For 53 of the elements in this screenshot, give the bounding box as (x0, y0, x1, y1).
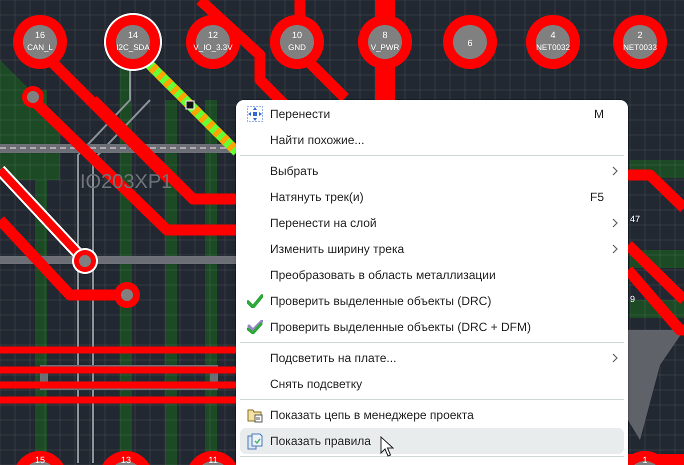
check-icon (247, 294, 263, 308)
chevron-right-icon (610, 165, 620, 177)
menu-item[interactable]: Натянуть трек(и) F5 (240, 184, 624, 210)
menu-item[interactable]: Выбрать (240, 158, 624, 184)
mouse-pointer-icon (380, 436, 394, 458)
document-check-icon (247, 432, 263, 450)
menu-item[interactable]: Найти похожие... (240, 127, 624, 153)
pad-number: 10 (292, 30, 302, 40)
menu-item[interactable]: Снять подсветку (240, 371, 624, 397)
pad[interactable]: 2 NET0033 (613, 15, 667, 69)
move-arrows-icon (247, 106, 263, 122)
pad[interactable]: 4 NET0032 (526, 15, 580, 69)
pad[interactable]: 16 CAN_L (13, 15, 67, 69)
pad-number: 13 (121, 455, 131, 465)
pad-number: 4 (550, 30, 556, 40)
pad[interactable]: 13 (102, 451, 150, 465)
menu-item[interactable]: Перенести на слой (240, 210, 624, 236)
chevron-right-icon (610, 352, 620, 364)
net-name: NET0033 (623, 43, 657, 52)
pad-number: 14 (128, 30, 138, 40)
check-icon (247, 320, 263, 334)
pad-number: 2 (638, 30, 642, 40)
pad-label: 47 (630, 214, 640, 224)
pad[interactable]: 6 (443, 15, 497, 69)
pad-number: 11 (208, 455, 218, 465)
menu-item[interactable]: Перенести M (240, 101, 624, 127)
pad-number: 16 (35, 30, 45, 40)
net-name: V_PWR (370, 43, 400, 52)
net-name: CAN_L (27, 43, 53, 52)
pad[interactable]: 10 GND (270, 15, 324, 69)
pad-number: 12 (208, 30, 218, 40)
menu-item[interactable]: Преобразовать в область металлизации (240, 262, 624, 288)
pad-number: 8 (382, 30, 388, 40)
menu-item[interactable]: Проверить выделенные объекты (DRC + DFM) (240, 314, 624, 340)
via[interactable] (114, 282, 140, 308)
via[interactable] (22, 86, 44, 108)
pad-number: 6 (468, 38, 472, 48)
pad-number: 1 (642, 455, 648, 465)
menu-item[interactable]: Показать правила (240, 428, 624, 454)
pad[interactable]: 8 V_PWR (358, 15, 412, 69)
pad[interactable]: 11 (189, 451, 237, 465)
pad-label: 9 (630, 294, 636, 304)
folder-icon (247, 407, 263, 423)
pad-number: 15 (35, 455, 45, 465)
menu-item[interactable]: Проверить выделенные объекты (DRC) (240, 288, 624, 314)
chevron-right-icon (610, 217, 620, 229)
menu-item[interactable]: Показать цепь в менеджере проекта (240, 402, 624, 428)
menu-item[interactable]: Изменить ширину трека (240, 236, 624, 262)
chevron-right-icon (610, 243, 620, 255)
net-name: GND (288, 43, 306, 52)
net-name: NET0032 (536, 43, 570, 52)
menu-item[interactable]: Подсветить на плате... (240, 345, 624, 371)
pad[interactable]: 15 (16, 451, 64, 465)
